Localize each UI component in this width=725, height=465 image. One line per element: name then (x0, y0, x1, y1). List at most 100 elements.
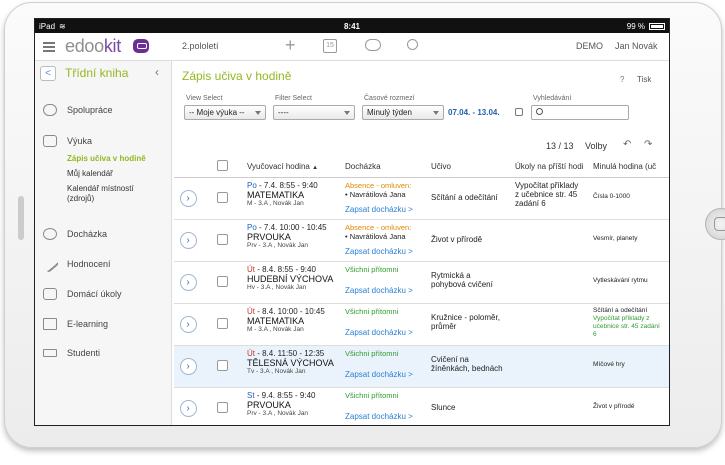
topic-cell[interactable]: Rytmická a pohybová cvičení (426, 261, 510, 304)
sidebar-sub-zapis[interactable]: Zápis učiva v hodině (67, 154, 146, 164)
tablet-screen: iPad ≋ 8:41 99 % edookit 2.pololetí + 15 … (34, 18, 670, 426)
topic-cell[interactable]: Život v přírodě (426, 219, 510, 262)
help-button[interactable]: ? (620, 75, 624, 84)
select-all-checkbox[interactable] (216, 160, 228, 172)
record-attendance-link[interactable]: Zapsat docházku > (345, 286, 421, 295)
search-input[interactable] (531, 105, 629, 120)
homework-cell[interactable] (510, 303, 588, 346)
menu-icon[interactable] (43, 42, 55, 52)
col-homework[interactable]: Úkoly na příští hodi (510, 157, 588, 178)
lesson-meta: M - 3.A , Novák Jan (247, 325, 304, 333)
row-checkbox[interactable] (216, 317, 228, 329)
table-row[interactable]: › Út - 8.4. 11:50 - 12:35 TĚLESNÁ VÝCHOV… (174, 345, 669, 388)
col-lesson[interactable]: Vyučovací hodina ▲ (242, 157, 340, 178)
sidebar-item-elearning[interactable]: E-learning (43, 318, 108, 330)
table-row[interactable]: › St - 9.4. 8:55 - 9:40 PRVOUKA Prv - 3.… (174, 387, 669, 425)
print-button[interactable]: Tisk (637, 75, 651, 84)
row-count: 13 / 13 (546, 141, 574, 151)
collapse-sidebar-icon[interactable]: ‹ (155, 65, 159, 79)
record-attendance-link[interactable]: Zapsat docházku > (345, 205, 421, 214)
table-row[interactable]: › Po - 7.4. 10:00 - 10:45 PRVOUKA Prv - … (174, 219, 669, 262)
row-checkbox[interactable] (216, 275, 228, 287)
topic-cell[interactable]: Sčítání a odečítání (426, 177, 510, 220)
record-attendance-link[interactable]: Zapsat docházku > (345, 370, 421, 379)
lesson-cell: Út - 8.4. 8:55 - 9:40 HUDEBNÍ VÝCHOVA Hv… (242, 261, 340, 304)
sidebar-title: Třídní kniha (65, 66, 129, 80)
homework-cell[interactable]: Vypočítat příklady z učebnice str. 45 za… (510, 177, 588, 220)
period-selector[interactable]: 2.pololetí (182, 41, 219, 51)
topic-cell[interactable]: Cvičení na žíněnkách, bednách (426, 345, 510, 388)
previous-topic: Vesmír, planety (593, 234, 638, 242)
record-attendance-link[interactable]: Zapsat docházku > (345, 328, 421, 337)
open-lesson-button[interactable]: › (179, 189, 197, 207)
row-checkbox[interactable] (216, 359, 228, 371)
sidebar-item-spoluprace[interactable]: Spolupráce (43, 104, 113, 116)
open-lesson-button[interactable]: › (179, 315, 197, 333)
topic-text: Rytmická a pohybová cvičení (431, 270, 493, 289)
row-checkbox[interactable] (216, 233, 228, 245)
open-lesson-button[interactable]: › (179, 357, 197, 375)
view-select[interactable]: -- Moje výuka -- (184, 105, 266, 120)
sidebar-sub-zdroju[interactable]: (zdrojů) (67, 194, 94, 204)
previous-cell: Sčítání a odečítání Vypočítat příklady z … (588, 303, 669, 346)
attendance-cell: Všichni přítomni Zapsat docházku > (340, 345, 426, 388)
lesson-cell: St - 9.4. 8:55 - 9:40 PRVOUKA Prv - 3.A … (242, 387, 340, 425)
open-lesson-button[interactable]: › (179, 231, 197, 249)
lesson-day: Út (247, 306, 255, 316)
lesson-cell: Út - 8.4. 11:50 - 12:35 TĚLESNÁ VÝCHOVA … (242, 345, 340, 388)
lesson-meta: Prv - 3.A , Novák Jan (247, 409, 309, 417)
sidebar-item-domaci-ukoly[interactable]: Domácí úkoly (43, 288, 122, 300)
options-button[interactable]: Volby (585, 141, 607, 151)
table-row[interactable]: › Út - 8.4. 8:55 - 9:40 HUDEBNÍ VÝCHOVA … (174, 261, 669, 304)
demo-label: DEMO (576, 41, 603, 51)
chat-icon[interactable] (365, 39, 381, 51)
back-button[interactable]: < (40, 66, 56, 81)
lesson-subject: PRVOUKA (247, 399, 291, 410)
user-name[interactable]: Jan Novák (615, 41, 658, 51)
record-attendance-link[interactable]: Zapsat docházku > (345, 247, 421, 256)
col-attendance[interactable]: Docházka (340, 157, 426, 178)
add-icon[interactable]: + (285, 35, 296, 56)
lesson-time: - 7.4. 8:55 - 9:40 (256, 180, 318, 190)
open-lesson-button[interactable]: › (179, 399, 197, 417)
sidebar-item-dochazka[interactable]: Docházka (43, 228, 107, 240)
sidebar-sub-kalendar[interactable]: Můj kalendář (67, 169, 113, 179)
filter-select-label: Filter Select (275, 95, 312, 102)
homework-cell[interactable] (510, 345, 588, 388)
sidebar-item-studenti[interactable]: Studenti (43, 348, 100, 358)
table-row[interactable]: › Po - 7.4. 8:55 - 9:40 MATEMATIKA M - 3… (174, 177, 669, 220)
folder-icon (43, 318, 57, 330)
record-attendance-link[interactable]: Zapsat docházku > (345, 412, 421, 421)
open-lesson-button[interactable]: › (179, 273, 197, 291)
time-range-select[interactable]: Minulý týden (362, 105, 444, 120)
sidebar-item-hodnoceni[interactable]: Hodnocení (40, 254, 111, 274)
topic-cell[interactable]: Kružnice - poloměr, průměr (426, 303, 510, 346)
date-range: 07.04. - 13.04. (448, 108, 500, 117)
lesson-meta: Tv - 3.A , Novák Jan (247, 367, 306, 375)
row-checkbox[interactable] (216, 191, 228, 203)
homework-cell[interactable] (510, 219, 588, 262)
attendance-cell: Všichni přítomni Zapsat docházku > (340, 387, 426, 425)
table-row[interactable]: › Út - 8.4. 10:00 - 10:45 MATEMATIKA M -… (174, 303, 669, 346)
topic-cell[interactable]: Slunce (426, 387, 510, 425)
search-input-icon (536, 108, 543, 115)
previous-cell: Vytleskávání rytmu (588, 261, 669, 304)
date-picker-icon[interactable] (515, 108, 523, 116)
attendance-status: Absence - omluven: (345, 222, 412, 232)
filter-select[interactable]: ---- (273, 105, 355, 120)
lesson-cell: Po - 7.4. 8:55 - 9:40 MATEMATIKA M - 3.A… (242, 177, 340, 220)
sidebar-item-vyuka[interactable]: Výuka (43, 135, 92, 147)
col-topic[interactable]: Učivo (426, 157, 510, 178)
top-bar: edookit 2.pololetí + 15 DEMO Jan Novák (35, 33, 669, 61)
sidebar-sub-mistnosti[interactable]: Kalendář místností (67, 184, 134, 194)
row-checkbox[interactable] (216, 401, 228, 413)
lesson-day: Út (247, 348, 255, 358)
redo-icon[interactable]: ↷ (644, 139, 652, 150)
homework-cell[interactable] (510, 387, 588, 425)
pencil-icon (40, 254, 60, 274)
undo-icon[interactable]: ↶ (623, 139, 631, 150)
calendar-icon[interactable]: 15 (323, 39, 337, 53)
homework-cell[interactable] (510, 261, 588, 304)
col-previous[interactable]: Minulá hodina (uč (588, 157, 669, 178)
search-icon[interactable] (407, 39, 418, 50)
